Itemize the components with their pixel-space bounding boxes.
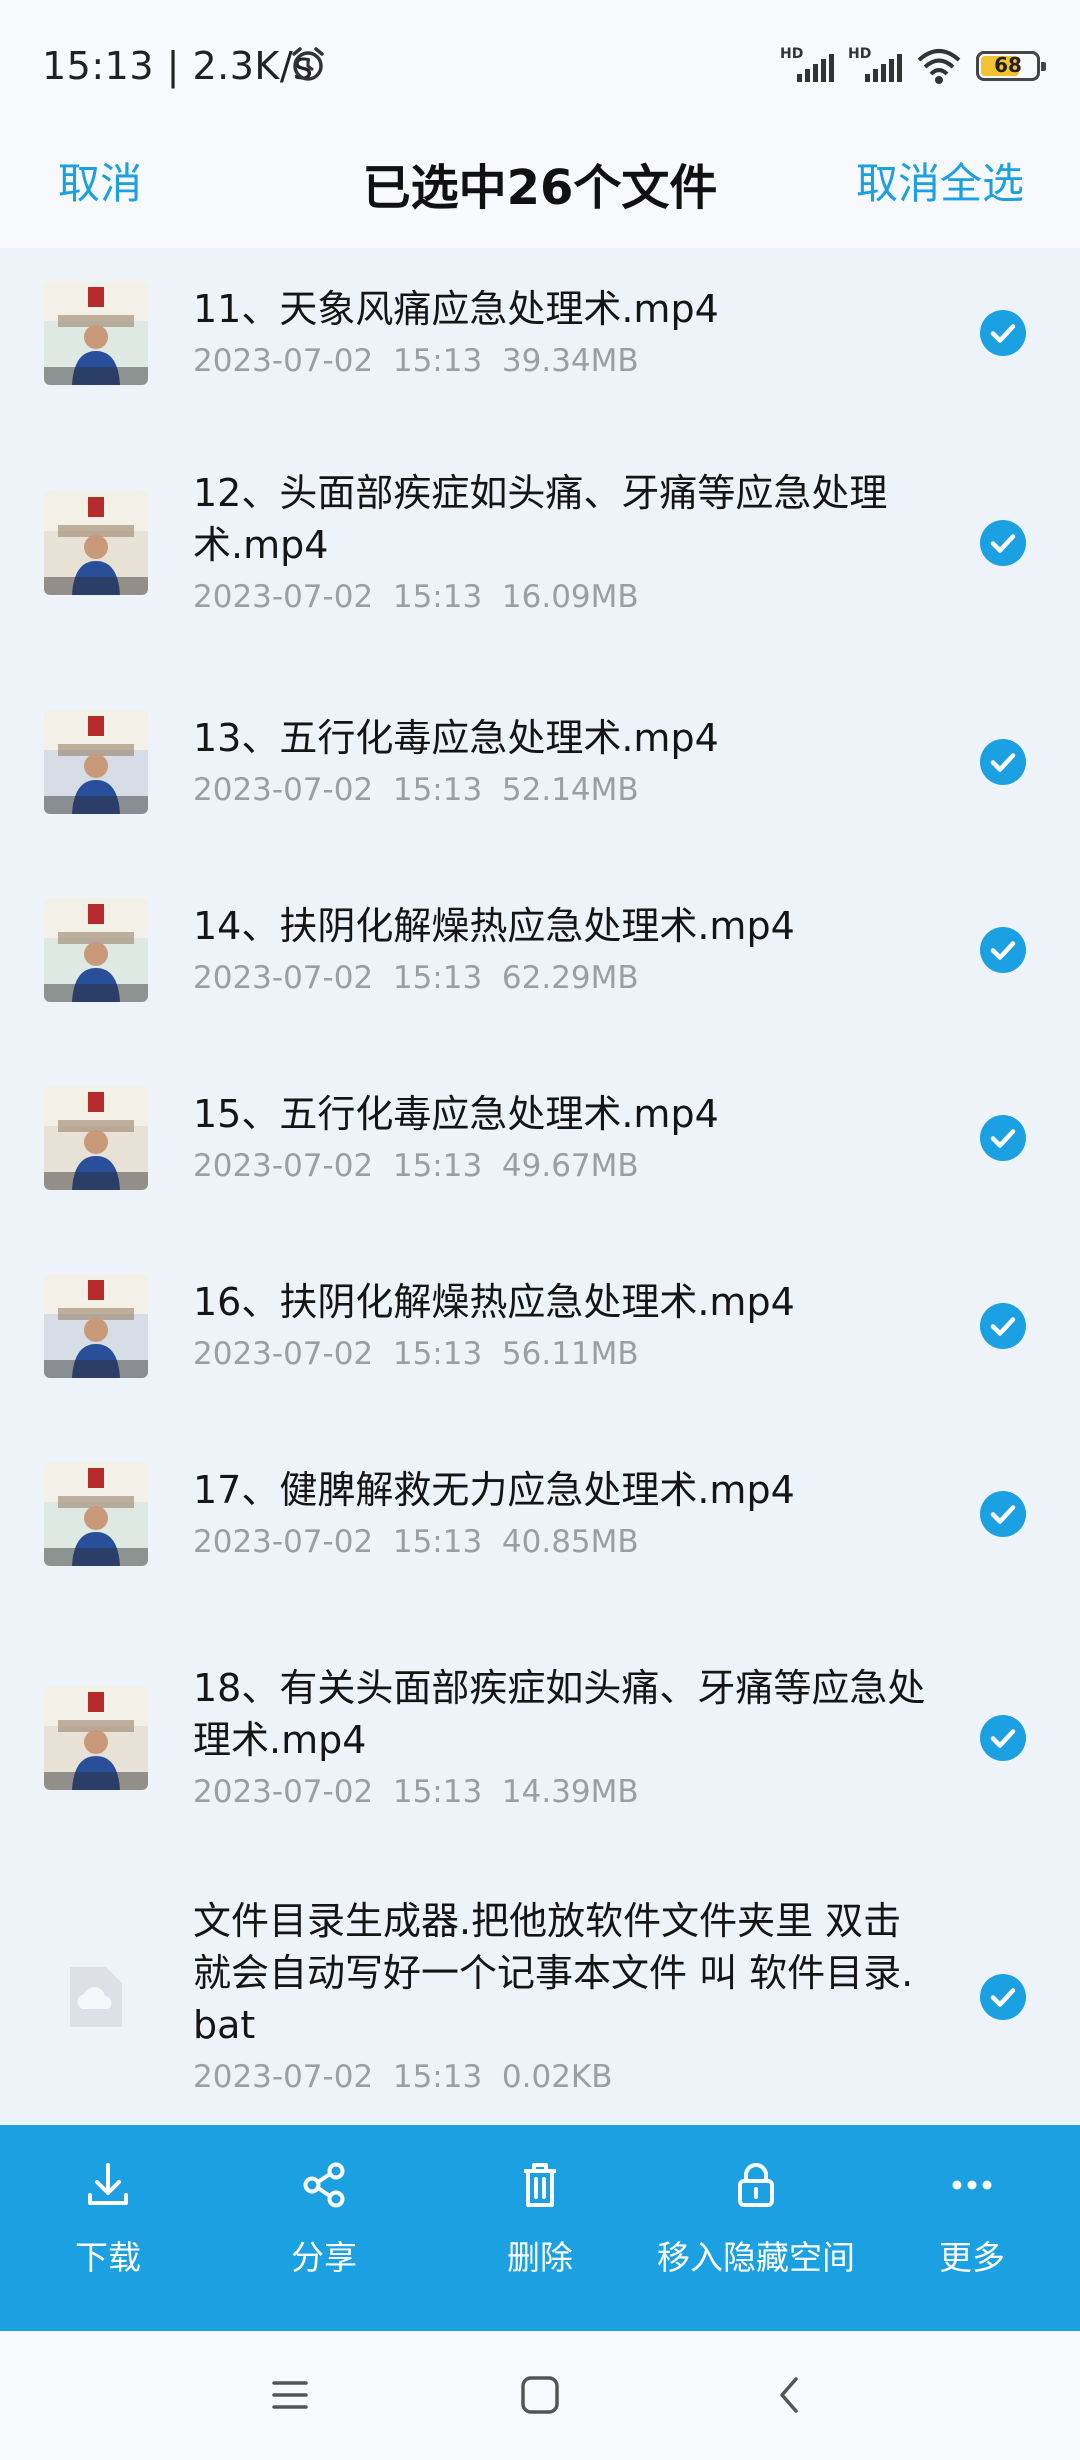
file-name: 13、五行化毒应急处理术.mp4 (193, 716, 719, 760)
file-info: 18、有关头面部疾症如头痛、牙痛等应急处理术.mp4 2023-07-02 15:… (193, 1662, 933, 1810)
file-name: 文件目录生成器.把他放软件文件夹里 双击 就会自动写好一个记事本文件 叫 软件目… (193, 1898, 914, 2047)
file-name: 17、健脾解救无力应急处理术.mp4 (193, 1468, 795, 1512)
video-thumbnail (44, 1086, 148, 1190)
file-row[interactable]: 18、有关头面部疾症如头痛、牙痛等应急处理术.mp4 2023-07-02 15:… (0, 1608, 1080, 1868)
file-icon (44, 1944, 148, 2049)
lock-button[interactable]: 移入隐藏空间 (648, 2125, 864, 2331)
lock-icon (726, 2155, 786, 2215)
file-info: 15、五行化毒应急处理术.mp4 2023-07-02 15:13 49.67MB (193, 1088, 933, 1184)
file-row[interactable]: 11、天象风痛应急处理术.mp4 2023-07-02 15:13 39.34MB (0, 248, 1080, 418)
file-row[interactable]: 15、五行化毒应急处理术.mp4 2023-07-02 15:13 49.67MB (0, 1044, 1080, 1232)
home-icon[interactable] (516, 2371, 564, 2419)
checkmark-icon[interactable] (980, 1115, 1026, 1161)
video-thumbnail (44, 1462, 148, 1566)
file-info: 13、五行化毒应急处理术.mp4 2023-07-02 15:13 52.14MB (193, 712, 933, 808)
file-row[interactable]: 14、扶阴化解燥热应急处理术.mp4 2023-07-02 15:13 62.29… (0, 856, 1080, 1044)
share-button[interactable]: 分享 (216, 2125, 432, 2331)
file-row[interactable]: 文件目录生成器.把他放软件文件夹里 双击 就会自动写好一个记事本文件 叫 软件目… (0, 1868, 1080, 2125)
file-row[interactable]: 13、五行化毒应急处理术.mp4 2023-07-02 15:13 52.14MB (0, 668, 1080, 856)
file-info: 17、健脾解救无力应急处理术.mp4 2023-07-02 15:13 40.85… (193, 1464, 933, 1560)
checkmark-icon[interactable] (980, 520, 1026, 566)
menu-icon[interactable] (266, 2371, 314, 2419)
wifi-icon (916, 46, 962, 86)
file-meta: 2023-07-02 15:13 52.14MB (193, 772, 639, 808)
action-label: 更多 (939, 2238, 1005, 2277)
download-icon (78, 2155, 138, 2215)
video-thumbnail (44, 491, 148, 595)
signal-icon: HD (848, 46, 902, 86)
file-meta: 2023-07-02 15:13 39.34MB (193, 343, 639, 379)
action-label: 删除 (507, 2238, 573, 2277)
file-info: 11、天象风痛应急处理术.mp4 2023-07-02 15:13 39.34MB (193, 283, 933, 379)
battery-level: 68 (994, 53, 1022, 77)
file-name: 18、有关头面部疾症如头痛、牙痛等应急处理术.mp4 (193, 1666, 926, 1762)
file-name: 14、扶阴化解燥热应急处理术.mp4 (193, 904, 795, 948)
back-icon[interactable] (766, 2371, 814, 2419)
file-meta: 2023-07-02 15:13 16.09MB (193, 579, 639, 615)
action-label: 分享 (291, 2238, 357, 2277)
trash-icon (510, 2155, 570, 2215)
file-row[interactable]: 16、扶阴化解燥热应急处理术.mp4 2023-07-02 15:13 56.11… (0, 1232, 1080, 1420)
video-thumbnail (44, 1274, 148, 1378)
checkmark-icon[interactable] (980, 1973, 1026, 2020)
selection-header: 取消 已选中26个文件 取消全选 (0, 130, 1080, 248)
trash-button[interactable]: 删除 (432, 2125, 648, 2331)
battery-icon: 68 (976, 51, 1046, 81)
file-name: 15、五行化毒应急处理术.mp4 (193, 1092, 719, 1136)
file-info: 16、扶阴化解燥热应急处理术.mp4 2023-07-02 15:13 56.11… (193, 1276, 933, 1372)
video-thumbnail (44, 281, 148, 385)
file-meta: 2023-07-02 15:13 62.29MB (193, 960, 639, 996)
action-label: 下载 (75, 2238, 141, 2277)
action-bar: 下载 分享 删除 移入隐藏空间 更多 (0, 2125, 1080, 2331)
file-meta: 2023-07-02 15:13 14.39MB (193, 1774, 639, 1810)
file-meta: 2023-07-02 15:13 49.67MB (193, 1148, 639, 1184)
file-meta: 2023-07-02 15:13 0.02KB (193, 2058, 613, 2095)
checkmark-icon[interactable] (980, 1491, 1026, 1537)
checkmark-icon[interactable] (980, 310, 1026, 356)
file-info: 14、扶阴化解燥热应急处理术.mp4 2023-07-02 15:13 62.29… (193, 900, 933, 996)
file-row[interactable]: 17、健脾解救无力应急处理术.mp4 2023-07-02 15:13 40.85… (0, 1420, 1080, 1608)
checkmark-icon[interactable] (980, 927, 1026, 973)
more-icon (942, 2155, 1002, 2215)
download-button[interactable]: 下载 (0, 2125, 216, 2331)
video-thumbnail (44, 898, 148, 1002)
signal-icon: HD (780, 46, 834, 86)
file-name: 16、扶阴化解燥热应急处理术.mp4 (193, 1280, 795, 1324)
action-label: 移入隐藏空间 (657, 2238, 855, 2277)
status-bar: 15:13 | 2.3K/s HD HD 68 (0, 0, 1080, 130)
deselect-all-button[interactable]: 取消全选 (856, 150, 1024, 211)
alarm-icon (288, 44, 328, 84)
video-thumbnail (44, 710, 148, 814)
navigation-bar (0, 2331, 1080, 2460)
checkmark-icon[interactable] (980, 739, 1026, 785)
file-meta: 2023-07-02 15:13 40.85MB (193, 1524, 639, 1560)
file-meta: 2023-07-02 15:13 56.11MB (193, 1336, 639, 1372)
file-name: 11、天象风痛应急处理术.mp4 (193, 287, 719, 331)
file-name: 12、头面部疾症如头痛、牙痛等应急处理术.mp4 (193, 471, 888, 567)
status-time: 15:13 | 2.3K/s (42, 44, 314, 88)
file-row[interactable]: 12、头面部疾症如头痛、牙痛等应急处理术.mp4 2023-07-02 15:13… (0, 418, 1080, 668)
video-thumbnail (44, 1686, 148, 1790)
file-info: 文件目录生成器.把他放软件文件夹里 双击 就会自动写好一个记事本文件 叫 软件目… (193, 1895, 933, 2095)
file-info: 12、头面部疾症如头痛、牙痛等应急处理术.mp4 2023-07-02 15:13… (193, 467, 933, 615)
more-button[interactable]: 更多 (864, 2125, 1080, 2331)
share-icon (294, 2155, 354, 2215)
checkmark-icon[interactable] (980, 1715, 1026, 1761)
checkmark-icon[interactable] (980, 1303, 1026, 1349)
